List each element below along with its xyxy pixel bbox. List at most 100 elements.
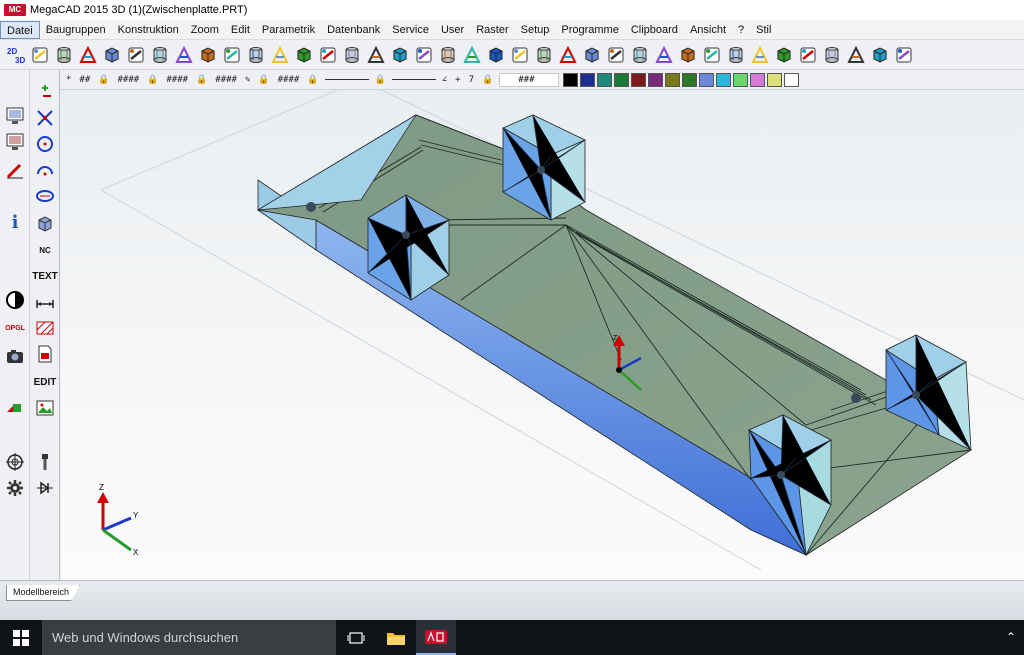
menu-programme[interactable]: Programme bbox=[555, 21, 624, 39]
menu-raster[interactable]: Raster bbox=[470, 21, 514, 39]
lock-button-7[interactable]: 🔒 bbox=[480, 75, 495, 85]
color-swatch[interactable] bbox=[597, 72, 613, 87]
grid-button[interactable]: ## bbox=[77, 75, 92, 85]
cylinder-2-icon[interactable] bbox=[724, 43, 747, 67]
color-swatch[interactable] bbox=[563, 72, 579, 87]
redraw-icon[interactable] bbox=[196, 43, 219, 67]
rotate-icon[interactable] bbox=[436, 43, 459, 67]
add-3d-icon[interactable] bbox=[340, 43, 363, 67]
opgl-icon[interactable]: OPGL bbox=[4, 318, 26, 338]
color-swatch[interactable] bbox=[699, 72, 715, 87]
plus-icon[interactable]: + bbox=[453, 75, 462, 85]
delete-line-icon[interactable] bbox=[4, 160, 26, 180]
new-file-icon[interactable] bbox=[28, 43, 51, 67]
ortho-icon[interactable]: 7 bbox=[467, 75, 476, 85]
lock-layer-button[interactable]: 🔒 bbox=[96, 75, 111, 85]
intersect-icon[interactable] bbox=[388, 43, 411, 67]
menu-clipboard[interactable]: Clipboard bbox=[625, 21, 684, 39]
color-swatch[interactable] bbox=[716, 72, 732, 87]
open-folder-icon[interactable] bbox=[52, 43, 75, 67]
file-explorer-button[interactable] bbox=[376, 620, 416, 655]
save-mf-icon[interactable] bbox=[76, 43, 99, 67]
menu-ansicht[interactable]: Ansicht bbox=[684, 21, 732, 39]
tray-expand-icon[interactable]: ⌃ bbox=[1006, 630, 1016, 644]
color-swatch[interactable] bbox=[580, 72, 596, 87]
menu-stil[interactable]: Stil bbox=[750, 21, 777, 39]
start-button[interactable] bbox=[0, 620, 42, 655]
group-field[interactable]: #### bbox=[164, 75, 190, 85]
arc-icon[interactable] bbox=[34, 160, 56, 180]
color-field[interactable]: ### bbox=[499, 72, 560, 87]
layers-icon[interactable] bbox=[172, 43, 195, 67]
cylinder-3-icon[interactable] bbox=[748, 43, 771, 67]
transform-icon[interactable] bbox=[412, 43, 435, 67]
monitor-2-icon[interactable] bbox=[4, 132, 26, 152]
menu-parametrik[interactable]: Parametrik bbox=[256, 21, 321, 39]
color-swatch[interactable] bbox=[733, 72, 749, 87]
color-swatch[interactable] bbox=[631, 72, 647, 87]
group-lock-button[interactable]: 🔒 bbox=[145, 75, 160, 85]
menu-help[interactable]: ? bbox=[732, 21, 750, 39]
opengl-icon[interactable] bbox=[796, 43, 819, 67]
delete-icon[interactable] bbox=[244, 43, 267, 67]
tab-modellbereich[interactable]: Modellbereich bbox=[6, 585, 81, 601]
model-viewport[interactable]: Z Z Y X bbox=[61, 90, 1024, 580]
lock-button-3[interactable]: 🔒 bbox=[194, 75, 209, 85]
angle-icon[interactable]: ∠ bbox=[440, 75, 449, 85]
undo-icon[interactable] bbox=[268, 43, 291, 67]
text-tool[interactable]: TEXT bbox=[32, 266, 58, 286]
camera-icon[interactable] bbox=[4, 346, 26, 366]
hatch-icon[interactable] bbox=[34, 318, 56, 338]
monitor-icon[interactable] bbox=[4, 106, 26, 126]
bolt-icon[interactable] bbox=[34, 452, 56, 472]
box-top-icon[interactable] bbox=[604, 43, 627, 67]
lock-button-6[interactable]: 🔒 bbox=[373, 75, 388, 85]
settings-check-icon[interactable] bbox=[868, 43, 891, 67]
target-icon[interactable] bbox=[4, 452, 26, 472]
diode-icon[interactable] bbox=[34, 478, 56, 498]
document-icon[interactable] bbox=[34, 344, 56, 364]
box-view-icon[interactable] bbox=[532, 43, 555, 67]
menu-konstruktion[interactable]: Konstruktion bbox=[112, 21, 185, 39]
width-field[interactable]: #### bbox=[276, 75, 302, 85]
save-2d-icon[interactable] bbox=[100, 43, 123, 67]
menu-service[interactable]: Service bbox=[386, 21, 435, 39]
color-swatch[interactable] bbox=[648, 72, 664, 87]
megacad-taskbar-button[interactable] bbox=[416, 620, 456, 655]
layer-manager-icon[interactable] bbox=[820, 43, 843, 67]
nc-icon[interactable]: NC bbox=[34, 240, 56, 260]
save-dxf-icon[interactable] bbox=[148, 43, 171, 67]
info-icon[interactable]: i bbox=[4, 212, 26, 233]
dimension-icon[interactable] bbox=[34, 292, 56, 312]
shade-icon[interactable] bbox=[676, 43, 699, 67]
layer-field[interactable]: #### bbox=[115, 75, 141, 85]
color-swatch[interactable] bbox=[767, 72, 783, 87]
menu-setup[interactable]: Setup bbox=[515, 21, 556, 39]
menu-user[interactable]: User bbox=[435, 21, 470, 39]
menu-edit[interactable]: Edit bbox=[225, 21, 256, 39]
box-side-icon[interactable] bbox=[580, 43, 603, 67]
network-icon[interactable] bbox=[892, 43, 915, 67]
cube-icon[interactable] bbox=[34, 214, 56, 234]
cylinder-4-icon[interactable] bbox=[772, 43, 795, 67]
2d-3d-switch-icon[interactable]: 2D 3D bbox=[4, 43, 27, 67]
style-field[interactable]: #### bbox=[213, 75, 239, 85]
color-swatch[interactable] bbox=[750, 72, 766, 87]
print-icon[interactable] bbox=[124, 43, 147, 67]
menu-zoom[interactable]: Zoom bbox=[185, 21, 225, 39]
image-icon[interactable] bbox=[34, 398, 56, 418]
lock-button-4[interactable]: 🔒 bbox=[256, 75, 271, 85]
color-swatch[interactable] bbox=[784, 72, 800, 87]
reference-icon[interactable] bbox=[484, 43, 507, 67]
cylinder-1-icon[interactable] bbox=[700, 43, 723, 67]
line-style-sample[interactable] bbox=[324, 79, 369, 80]
shapes-icon[interactable] bbox=[4, 398, 26, 418]
color-swatch[interactable] bbox=[682, 72, 698, 87]
menu-datei[interactable]: Datei bbox=[0, 20, 40, 39]
line-style-sample-2[interactable] bbox=[391, 79, 436, 80]
pen-icon[interactable]: ✎ bbox=[243, 75, 252, 85]
layout-icon[interactable] bbox=[508, 43, 531, 67]
lock-button-5[interactable]: 🔒 bbox=[305, 75, 320, 85]
explorer-icon[interactable] bbox=[844, 43, 867, 67]
point-add-icon[interactable] bbox=[34, 82, 56, 102]
